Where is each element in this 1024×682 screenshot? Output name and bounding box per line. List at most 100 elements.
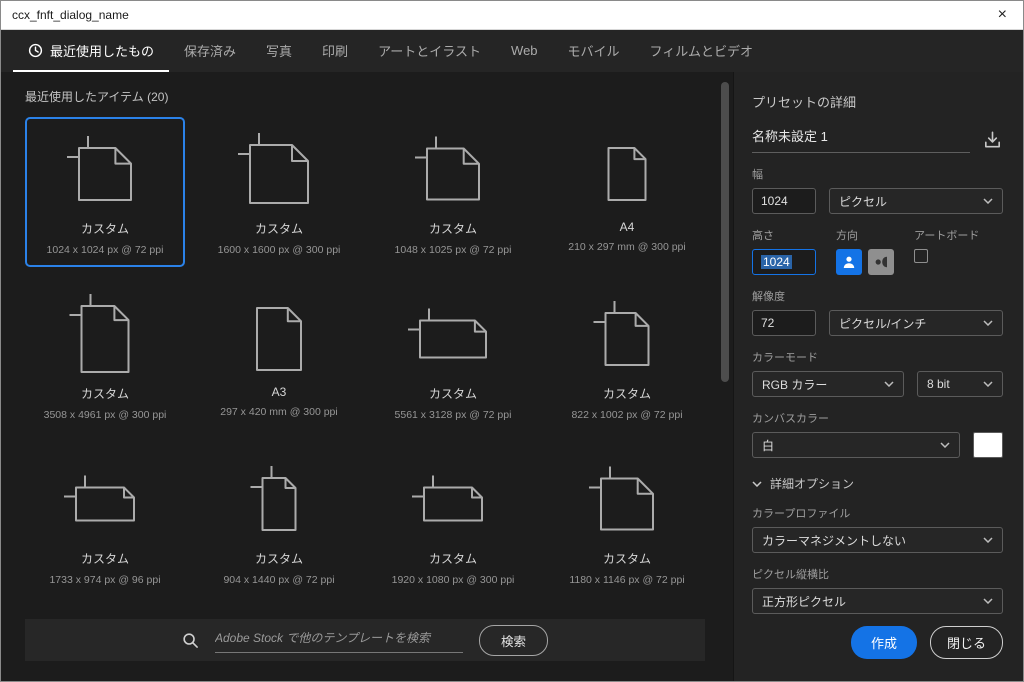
document-icon — [405, 288, 501, 384]
width-input[interactable]: 1024 — [752, 188, 816, 214]
preset-name: カスタム — [428, 222, 477, 236]
portrait-orientation-button[interactable] — [836, 249, 862, 275]
preset-dimensions: 3508 x 4961 px @ 300 ppi — [43, 409, 167, 421]
dialog-body: 最近使用したアイテム (20) カスタム 1024 x 1024 px @ 72 … — [1, 72, 1023, 681]
search-button[interactable]: 検索 — [478, 624, 548, 656]
preset-card-3[interactable]: A4 210 x 297 mm @ 300 ppi — [547, 117, 707, 267]
preset-dimensions: 297 x 420 mm @ 300 ppi — [220, 406, 338, 418]
preset-details-panel: プリセットの詳細 名称未設定 1 幅 1024 ピクセル 高さ 1024 方向 … — [733, 72, 1023, 681]
document-icon — [57, 288, 153, 384]
document-icon — [57, 123, 153, 219]
scrollbar[interactable] — [721, 82, 729, 607]
tab-7[interactable]: フィルムとビデオ — [635, 30, 768, 72]
presets-area: 最近使用したアイテム (20) カスタム 1024 x 1024 px @ 72 … — [1, 72, 733, 681]
color-mode-value: RGB カラー — [762, 377, 828, 392]
document-icon — [231, 288, 327, 384]
preset-card-10[interactable]: カスタム 1920 x 1080 px @ 300 ppi — [373, 447, 533, 597]
tab-0[interactable]: 最近使用したもの — [13, 30, 170, 72]
preset-name: カスタム — [254, 222, 303, 236]
scrollbar-thumb[interactable] — [721, 82, 729, 382]
chevron-down-icon — [983, 381, 993, 387]
bit-depth-select[interactable]: 8 bit — [917, 371, 1003, 397]
resolution-input[interactable]: 72 — [752, 310, 816, 336]
preset-name: A3 — [271, 385, 287, 399]
stock-search-input[interactable] — [214, 631, 463, 645]
document-icon — [57, 453, 153, 549]
tab-1[interactable]: 保存済み — [169, 30, 251, 72]
preset-card-11[interactable]: カスタム 1180 x 1146 px @ 72 ppi — [547, 447, 707, 597]
bit-depth-value: 8 bit — [927, 377, 950, 391]
preset-dimensions: 1180 x 1146 px @ 72 ppi — [569, 574, 685, 586]
document-icon — [579, 123, 675, 219]
panel-title: プリセットの詳細 — [752, 95, 857, 110]
preset-name: カスタム — [80, 222, 129, 236]
portrait-person-icon — [843, 256, 855, 268]
preset-card-7[interactable]: カスタム 822 x 1002 px @ 72 ppi — [547, 282, 707, 432]
width-unit-select[interactable]: ピクセル — [829, 188, 1003, 214]
advanced-options-toggle[interactable]: 詳細オプション — [752, 475, 1003, 492]
pixel-aspect-value: 正方形ピクセル — [762, 594, 847, 609]
document-icon — [405, 123, 501, 219]
preset-card-1[interactable]: カスタム 1600 x 1600 px @ 300 ppi — [199, 117, 359, 267]
stock-search-bar: 検索 — [25, 619, 705, 661]
resolution-unit-value: ピクセル/インチ — [839, 316, 927, 331]
section-title: 最近使用したアイテム (20) — [25, 90, 169, 104]
category-tab-bar: 最近使用したもの 保存済み 写真 印刷 アートとイラスト Web モバイル フィルムとビデオ — [1, 30, 1023, 72]
canvas-color-select[interactable]: 白 — [752, 432, 960, 458]
dialog-title: ccx_fnft_dialog_name — [12, 8, 129, 22]
landscape-person-icon — [875, 256, 887, 268]
document-name-field[interactable]: 名称未設定 1 — [752, 126, 970, 153]
document-icon — [579, 453, 675, 549]
preset-card-8[interactable]: カスタム 1733 x 974 px @ 96 ppi — [25, 447, 185, 597]
save-preset-icon[interactable] — [982, 129, 1003, 153]
preset-card-5[interactable]: A3 297 x 420 mm @ 300 ppi — [199, 282, 359, 432]
tab-2[interactable]: 写真 — [251, 30, 307, 72]
resolution-unit-select[interactable]: ピクセル/インチ — [829, 310, 1003, 336]
tab-label: Web — [511, 42, 538, 58]
close-icon[interactable]: × — [993, 7, 1012, 23]
document-icon — [579, 288, 675, 384]
tab-4[interactable]: アートとイラスト — [363, 30, 496, 72]
canvas-color-swatch[interactable] — [973, 432, 1003, 458]
preset-card-4[interactable]: カスタム 3508 x 4961 px @ 300 ppi — [25, 282, 185, 432]
preset-dimensions: 1024 x 1024 px @ 72 ppi — [46, 244, 164, 256]
resolution-label: 解像度 — [752, 291, 785, 303]
tab-label: アートとイラスト — [378, 43, 482, 59]
color-mode-select[interactable]: RGB カラー — [752, 371, 904, 397]
tab-label: 最近使用したもの — [50, 43, 155, 59]
chevron-down-icon — [983, 537, 993, 543]
artboard-checkbox[interactable] — [914, 249, 928, 263]
document-name-row: 名称未設定 1 — [752, 126, 1003, 153]
preset-card-9[interactable]: カスタム 904 x 1440 px @ 72 ppi — [199, 447, 359, 597]
width-label: 幅 — [752, 169, 763, 181]
preset-name: カスタム — [602, 552, 651, 566]
chevron-down-icon — [983, 198, 993, 204]
preset-dimensions: 1733 x 974 px @ 96 ppi — [49, 574, 161, 586]
orientation-label: 方向 — [836, 230, 858, 242]
preset-name: カスタム — [80, 387, 129, 401]
stock-search-input-wrap — [214, 627, 463, 653]
pixel-aspect-select[interactable]: 正方形ピクセル — [752, 588, 1003, 614]
tab-label: モバイル — [567, 43, 620, 59]
color-profile-value: カラーマネジメントしない — [762, 533, 907, 548]
tab-3[interactable]: 印刷 — [307, 30, 363, 72]
tab-6[interactable]: モバイル — [553, 30, 635, 72]
color-mode-label: カラーモード — [752, 352, 818, 364]
color-profile-label: カラープロファイル — [752, 508, 851, 520]
preset-card-6[interactable]: カスタム 5561 x 3128 px @ 72 ppi — [373, 282, 533, 432]
color-profile-select[interactable]: カラーマネジメントしない — [752, 527, 1003, 553]
preset-name: カスタム — [254, 552, 303, 566]
preset-dimensions: 210 x 297 mm @ 300 ppi — [568, 241, 686, 253]
tab-5[interactable]: Web — [496, 30, 553, 72]
preset-card-0[interactable]: カスタム 1024 x 1024 px @ 72 ppi — [25, 117, 185, 267]
dialog-close-button[interactable]: 閉じる — [929, 626, 1003, 659]
height-input[interactable]: 1024 — [752, 249, 816, 275]
preset-card-2[interactable]: カスタム 1048 x 1025 px @ 72 ppi — [373, 117, 533, 267]
chevron-down-icon — [752, 480, 762, 487]
width-value: 1024 — [761, 194, 788, 208]
clock-icon — [28, 43, 43, 58]
create-button[interactable]: 作成 — [850, 626, 917, 659]
preset-dimensions: 5561 x 3128 px @ 72 ppi — [394, 409, 512, 421]
landscape-orientation-button[interactable] — [868, 249, 894, 275]
search-icon — [182, 632, 199, 649]
